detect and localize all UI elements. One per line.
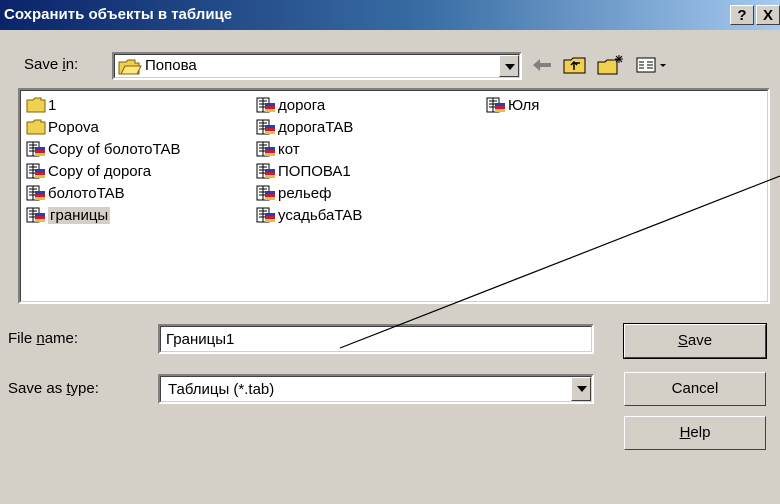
save-dialog: Сохранить объекты в таблице ? X Save in:… (0, 0, 780, 504)
annotation-arrow (339, 175, 780, 349)
